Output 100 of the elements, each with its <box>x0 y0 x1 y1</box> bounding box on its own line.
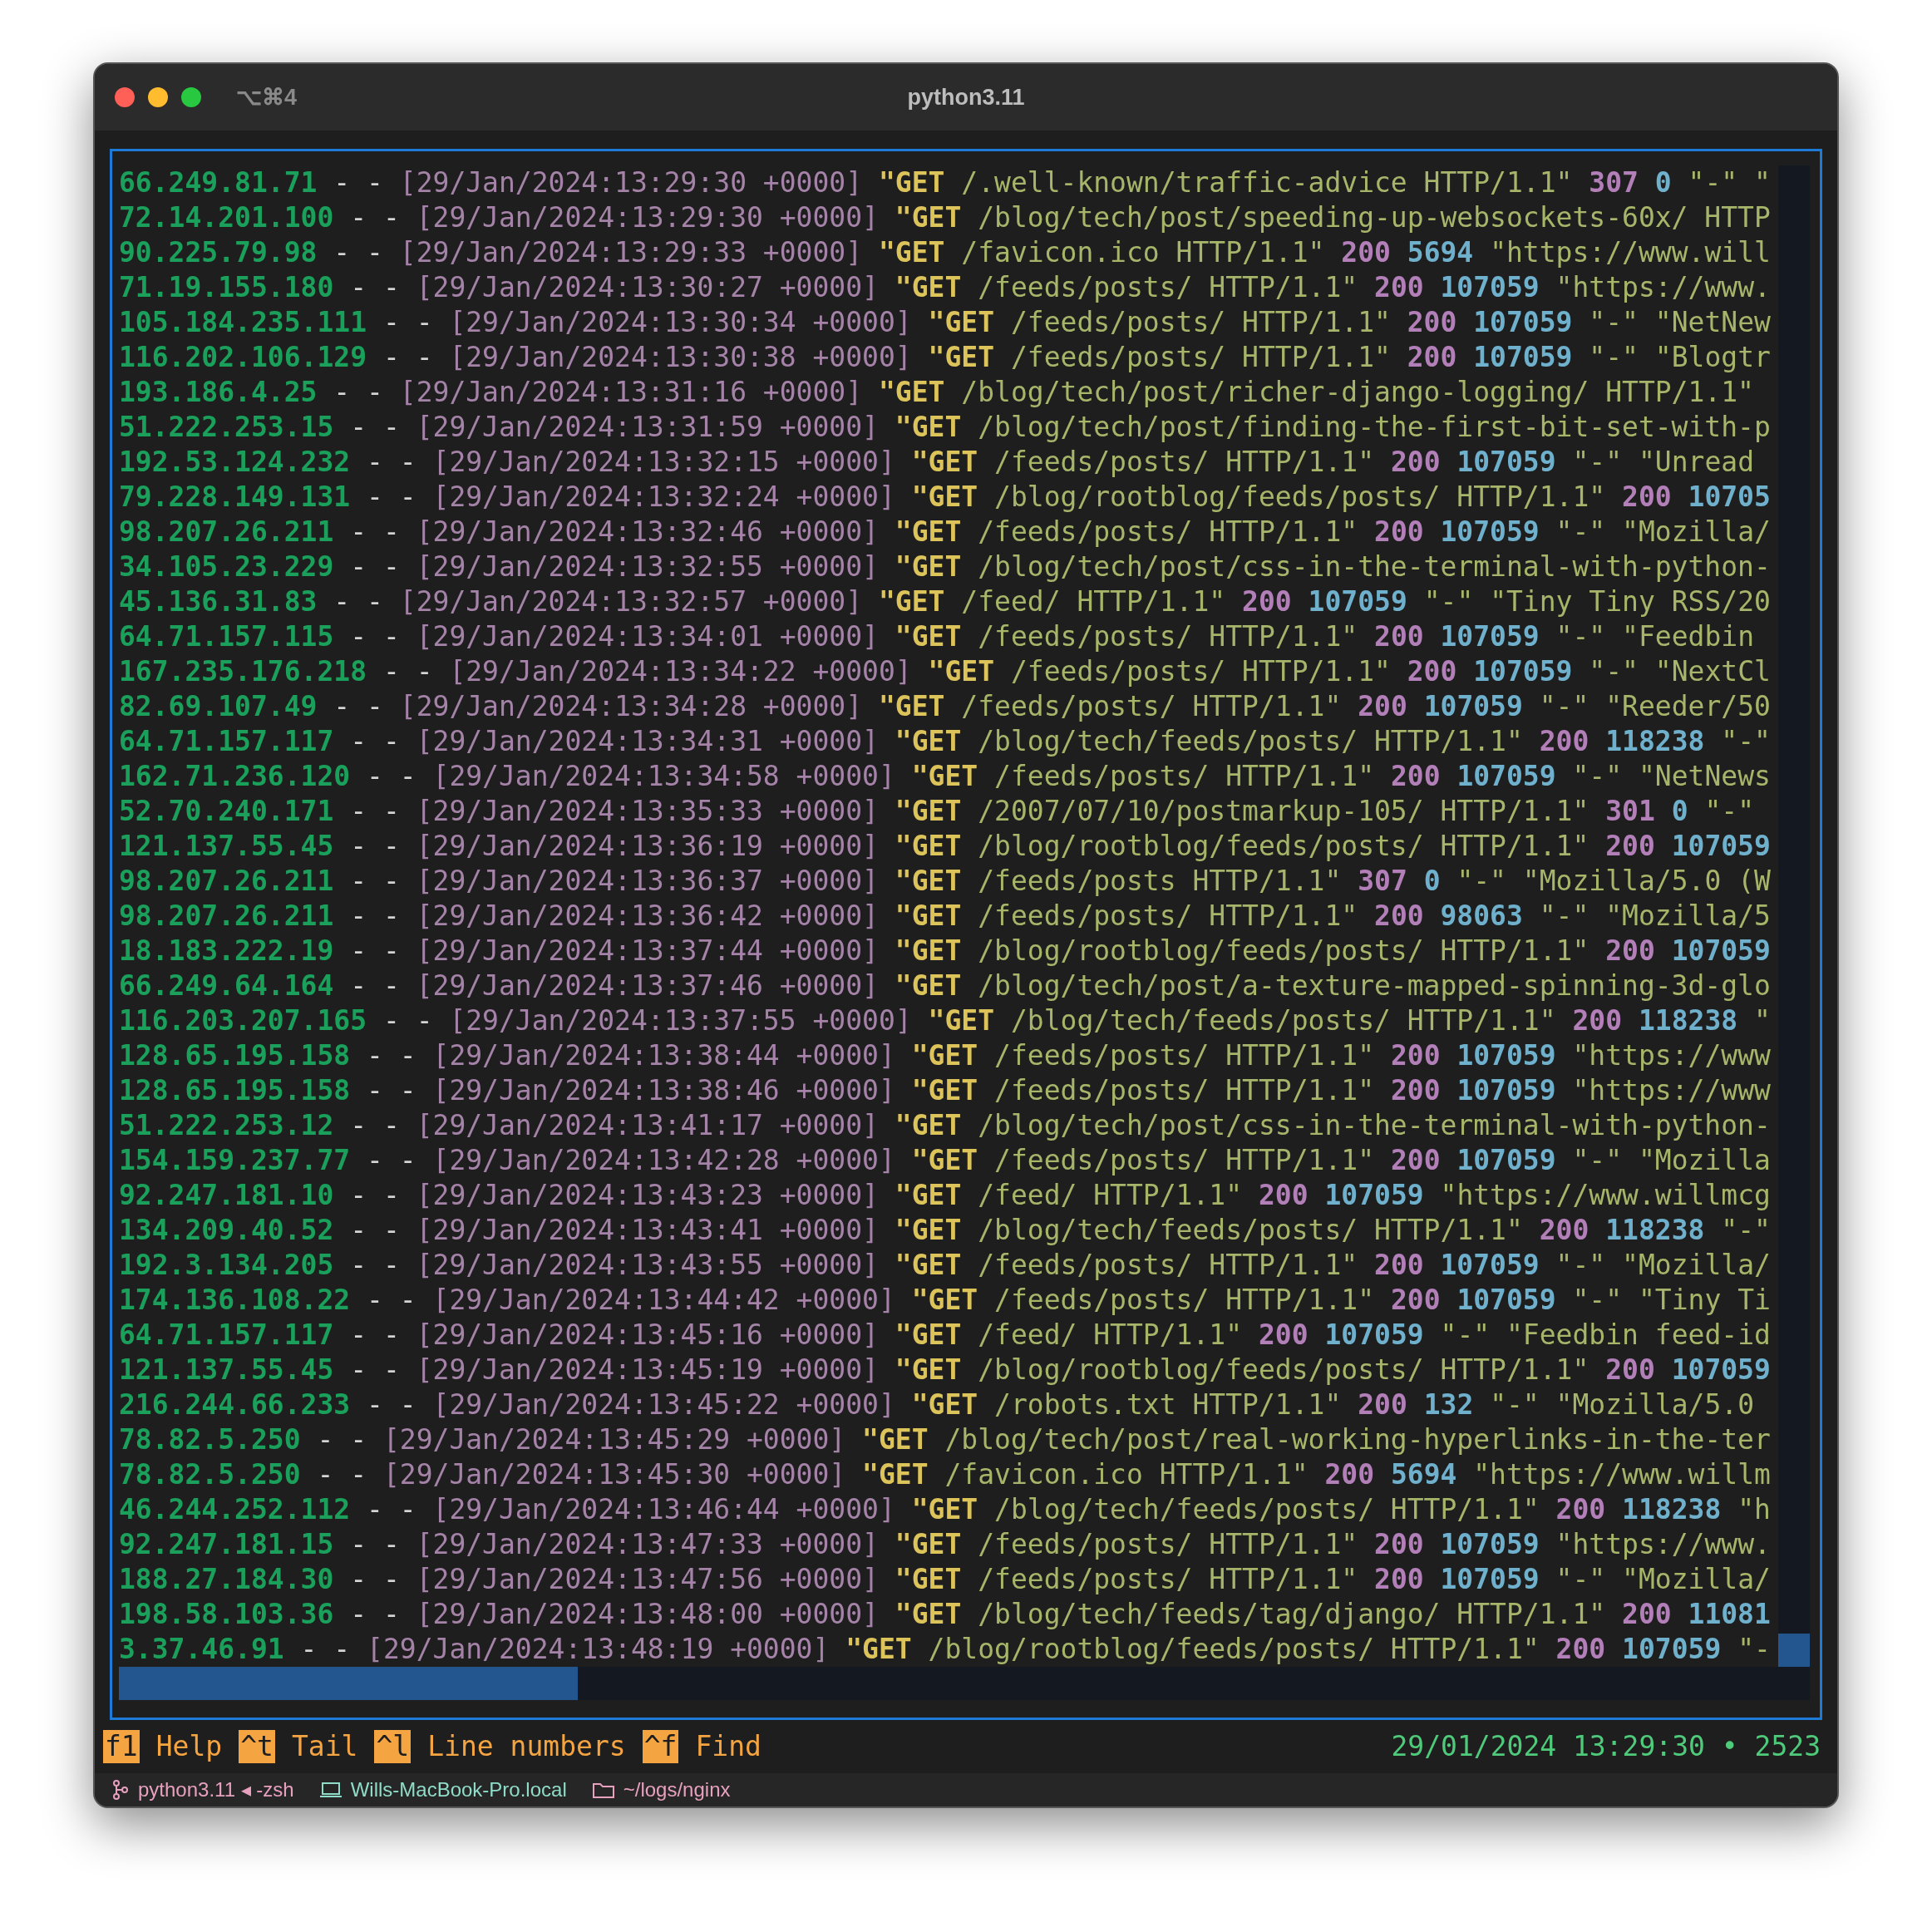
log-status: 200 <box>1390 760 1441 792</box>
log-ident: - - <box>367 1144 416 1176</box>
vertical-scrollbar[interactable] <box>1778 165 1810 1667</box>
log-timestamp: [29/Jan/2024:13:41:17 +0000] <box>416 1109 879 1141</box>
log-method: "GET <box>911 1144 978 1176</box>
log-size: 107059 <box>1456 1074 1556 1106</box>
log-ident: - - <box>367 481 416 513</box>
log-ip: 162.71.236.120 <box>119 760 351 792</box>
log-ident: - - <box>350 1109 400 1141</box>
log-request: /feeds/posts/ HTTP/1.1" <box>978 271 1358 303</box>
log-method: "GET <box>895 550 962 583</box>
log-ip: 98.207.26.211 <box>119 865 334 897</box>
log-referrer: "-" "Blogtr <box>1589 341 1771 373</box>
log-ip: 45.136.31.83 <box>119 585 318 618</box>
log-method: "GET <box>895 1214 962 1246</box>
log-ident: - - <box>300 1633 351 1665</box>
shortcut-label[interactable]: Find <box>695 1726 761 1767</box>
zoom-button[interactable] <box>181 87 201 107</box>
log-ip: 64.71.157.115 <box>119 620 334 653</box>
shortcut-label[interactable]: Tail <box>292 1726 358 1767</box>
log-timestamp: [29/Jan/2024:13:42:28 +0000] <box>432 1144 895 1176</box>
log-status: 200 <box>1390 1074 1441 1106</box>
log-status: 307 <box>1589 166 1639 199</box>
log-size: 11081 <box>1688 1598 1771 1630</box>
log-referrer: "-" "NextCl <box>1589 655 1771 688</box>
log-size: 107059 <box>1440 271 1540 303</box>
log-referrer: "-" "Mozilla/ <box>1555 1249 1771 1281</box>
log-method: "GET <box>895 1528 962 1560</box>
log-method: "GET <box>895 795 962 827</box>
scrollbar-thumb[interactable] <box>119 1667 578 1700</box>
shortcut-label[interactable]: Line numbers <box>427 1726 626 1767</box>
log-status: 200 <box>1390 446 1441 478</box>
log-referrer: "-" "NetNews <box>1572 760 1771 792</box>
log-request: /feeds/posts/ HTTP/1.1" <box>1010 341 1391 373</box>
shortcut-key: ^f <box>642 1730 679 1763</box>
shortcut-label[interactable]: Help <box>155 1726 223 1767</box>
log-ip: 78.82.5.250 <box>119 1423 301 1456</box>
log-ip: 198.58.103.36 <box>119 1598 334 1630</box>
log-timestamp: [29/Jan/2024:13:45:29 +0000] <box>382 1423 846 1456</box>
log-status: 200 <box>1555 1633 1606 1665</box>
log-referrer: "-" "Feedbin feed-id <box>1440 1318 1771 1351</box>
log-timestamp: [29/Jan/2024:13:45:19 +0000] <box>416 1353 879 1386</box>
log-timestamp: [29/Jan/2024:13:32:46 +0000] <box>416 515 879 548</box>
horizontal-scrollbar[interactable] <box>119 1667 1810 1700</box>
log-timestamp: [29/Jan/2024:13:34:31 +0000] <box>416 725 879 757</box>
log-status: 200 <box>1341 236 1391 269</box>
log-status: 200 <box>1622 481 1672 513</box>
log-ident: - - <box>350 271 400 303</box>
log-status: 200 <box>1358 690 1407 722</box>
log-ident: - - <box>350 1249 400 1281</box>
log-referrer: "-" <box>1721 1214 1771 1246</box>
folder-icon <box>591 1781 615 1799</box>
log-method: "GET <box>928 655 995 688</box>
log-request: /feeds/posts/ HTTP/1.1" <box>978 620 1358 653</box>
log-request: /feed/ HTTP/1.1" <box>978 1179 1243 1211</box>
log-method: "GET <box>911 1493 978 1525</box>
log-ident: - - <box>367 1284 416 1316</box>
close-button[interactable] <box>115 87 135 107</box>
log-method: "GET <box>911 760 978 792</box>
log-request: /blog/tech/feeds/posts/ HTTP/1.1" <box>994 1493 1540 1525</box>
log-status: 200 <box>1374 1249 1424 1281</box>
log-referrer: "h <box>1737 1493 1771 1525</box>
log-status: 200 <box>1242 585 1292 618</box>
host-label: Wills-MacBook-Pro.local <box>350 1777 567 1802</box>
log-ident: - - <box>350 1563 400 1595</box>
log-method: "GET <box>895 865 962 897</box>
log-ip: 98.207.26.211 <box>119 899 334 932</box>
log-timestamp: [29/Jan/2024:13:31:59 +0000] <box>416 411 879 443</box>
log-request: /feeds/posts/ HTTP/1.1" <box>994 1039 1374 1072</box>
log-size: 0 <box>1423 865 1441 897</box>
log-ident: - - <box>382 1004 433 1037</box>
log-referrer: "https://www <box>1572 1074 1771 1106</box>
log-ident: - - <box>350 1318 400 1351</box>
log-request: /blog/rootblog/feeds/posts/ HTTP/1.1" <box>978 1353 1589 1386</box>
log-ip: 92.247.181.10 <box>119 1179 334 1211</box>
log-method: "GET <box>928 1004 995 1037</box>
log-size: 107059 <box>1308 585 1407 618</box>
log-ident: - - <box>367 1388 416 1421</box>
log-ident: - - <box>350 830 400 862</box>
log-request: /feeds/posts/ HTTP/1.1" <box>961 690 1342 722</box>
log-referrer: "https://www.willm <box>1473 1458 1771 1491</box>
log-timestamp: [29/Jan/2024:13:32:55 +0000] <box>416 550 879 583</box>
laptop-icon <box>318 1781 343 1799</box>
minimize-button[interactable] <box>148 87 168 107</box>
log-request: /feeds/posts/ HTTP/1.1" <box>994 1144 1374 1176</box>
log-status: 200 <box>1605 1353 1655 1386</box>
log-ip: 105.184.235.111 <box>119 306 367 338</box>
log-request: /blog/tech/post/css-in-the-terminal-with-python- <box>978 550 1771 583</box>
log-ip: 82.69.107.49 <box>119 690 318 722</box>
log-request: /robots.txt HTTP/1.1" <box>994 1388 1342 1421</box>
log-ident: - - <box>350 865 400 897</box>
log-request: /blog/tech/feeds/posts/ HTTP/1.1" <box>978 725 1523 757</box>
log-request: /feeds/posts/ HTTP/1.1" <box>978 1528 1358 1560</box>
log-request: /feeds/posts/ HTTP/1.1" <box>978 1563 1358 1595</box>
log-referrer: "-" "Tiny Tiny RSS/20 <box>1423 585 1771 618</box>
log-referrer: "-" "NetNew <box>1589 306 1771 338</box>
log-status: 200 <box>1572 1004 1623 1037</box>
log-method: "GET <box>895 411 962 443</box>
log-request: /blog/rootblog/feeds/posts/ HTTP/1.1" <box>928 1633 1540 1665</box>
log-timestamp: [29/Jan/2024:13:47:56 +0000] <box>416 1563 879 1595</box>
